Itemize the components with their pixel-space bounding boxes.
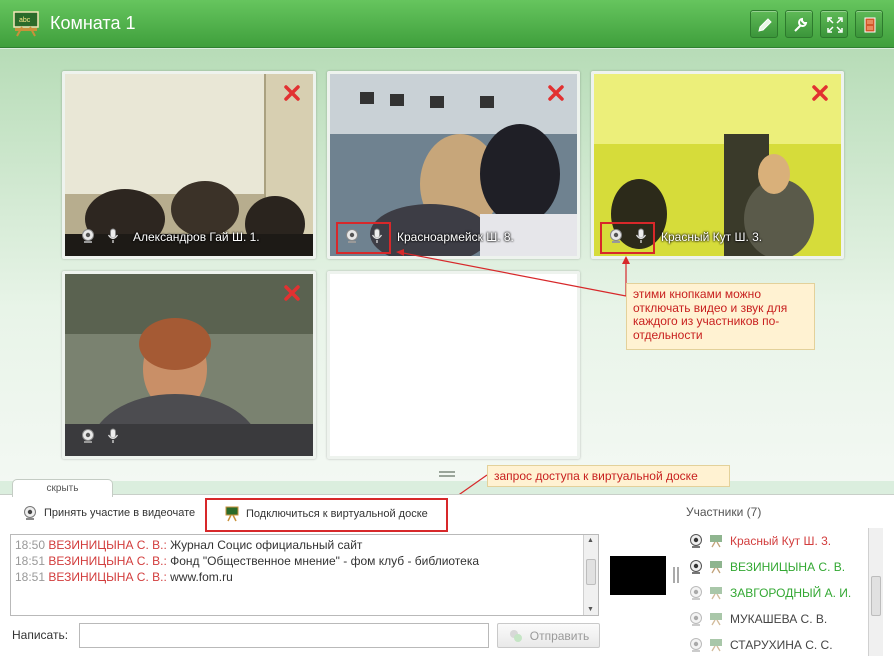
scroll-up-icon[interactable]: ▲ xyxy=(587,537,594,544)
panel-resize-handle[interactable] xyxy=(439,471,455,477)
participants-scroll-thumb[interactable] xyxy=(871,576,881,616)
participant-name: МУКАШЕВА С. В. xyxy=(730,612,828,626)
participant-item[interactable]: СТАРУХИНА С. С. xyxy=(688,635,833,655)
splitter-grip[interactable] xyxy=(673,567,679,583)
hide-panel-tab[interactable]: скрыть xyxy=(12,479,113,497)
whiteboard-icon xyxy=(710,613,722,626)
remove-participant-icon[interactable] xyxy=(811,84,829,102)
board-annotation: запрос доступа к виртуальной доске xyxy=(487,465,730,487)
send-button[interactable]: Отправить xyxy=(497,623,600,648)
whiteboard-icon xyxy=(710,535,722,548)
classroom-logo-icon: abc xyxy=(13,11,39,37)
webcam-icon xyxy=(690,612,702,626)
chat-scrollbar[interactable]: ▲ ▼ xyxy=(583,535,598,615)
join-videochat-button[interactable]: Принять участие в видеочате xyxy=(22,505,195,521)
send-icon xyxy=(509,629,522,642)
connect-board-label: Подключиться к виртуальной доске xyxy=(246,508,428,520)
settings-button[interactable] xyxy=(785,10,813,38)
connect-board-button[interactable]: Подключиться к виртуальной доске xyxy=(224,506,428,522)
participant-name: Красный Кут Ш. 3. xyxy=(661,230,763,244)
join-videochat-label: Принять участие в видеочате xyxy=(44,507,196,519)
participant-name: Александров Гай Ш. 1. xyxy=(133,230,260,244)
wrench-icon xyxy=(794,17,808,32)
whiteboard-icon xyxy=(710,561,722,574)
send-label: Отправить xyxy=(529,628,590,643)
microphone-toggle-icon[interactable] xyxy=(105,228,121,244)
exit-button[interactable] xyxy=(855,10,883,38)
scroll-down-icon[interactable]: ▼ xyxy=(587,606,594,613)
pencil-button[interactable] xyxy=(750,10,778,38)
participant-name: Красный Кут Ш. 3. xyxy=(730,534,832,548)
webcam-icon xyxy=(690,586,702,600)
whiteboard-icon xyxy=(225,506,239,522)
room-title: Комната 1 xyxy=(50,13,136,33)
self-video-preview xyxy=(610,556,666,595)
write-label: Написать: xyxy=(12,628,69,642)
svg-text:abc: abc xyxy=(19,17,31,24)
participants-list: Красный Кут Ш. 3. ВЕЗИНИЦЫНА С. В. ЗАВГО… xyxy=(688,528,868,656)
participant-name: СТАРУХИНА С. С. xyxy=(730,638,833,652)
chat-message: 18:51 ВЕЗИНИЦЫНА С. В.: Фонд "Общественн… xyxy=(15,554,480,568)
participant-name: ВЕЗИНИЦЫНА С. В. xyxy=(730,560,846,574)
controls-highlight xyxy=(600,222,655,254)
webcam-icon xyxy=(690,534,702,548)
empty-video-slot xyxy=(327,271,580,459)
participants-title: Участники (7) xyxy=(686,505,762,519)
remove-participant-icon[interactable] xyxy=(283,284,301,302)
participant-item[interactable]: МУКАШЕВА С. В. xyxy=(688,609,827,629)
participant-name: Красноармейск Ш. 8. xyxy=(397,230,514,244)
pencil-icon xyxy=(758,18,772,32)
participant-item[interactable]: ВЕЗИНИЦЫНА С. В. xyxy=(688,557,845,577)
message-input[interactable] xyxy=(79,623,489,648)
webcam-icon xyxy=(690,560,702,574)
door-icon xyxy=(864,17,876,33)
participant-item[interactable]: ЗАВГОРОДНЫЙ А. И. xyxy=(688,583,851,603)
whiteboard-icon xyxy=(710,639,722,652)
chat-log: 18:50 ВЕЗИНИЦЫНА С. В.: Журнал Социс офи… xyxy=(10,534,599,616)
webcam-icon xyxy=(24,506,36,520)
participant-item[interactable]: Красный Кут Ш. 3. xyxy=(688,531,831,551)
title-bar: abc Комната 1 xyxy=(0,0,894,48)
fullscreen-button[interactable] xyxy=(820,10,848,38)
expand-icon xyxy=(827,17,843,33)
whiteboard-icon xyxy=(710,587,722,600)
webcam-icon xyxy=(690,638,702,652)
controls-annotation: этими кнопками можно отключать видео и з… xyxy=(626,283,815,350)
chat-message: 18:50 ВЕЗИНИЦЫНА С. В.: Журнал Социс офи… xyxy=(15,538,363,552)
remove-participant-icon[interactable] xyxy=(283,84,301,102)
video-tile xyxy=(62,271,316,459)
video-feed xyxy=(65,74,313,256)
chat-scroll-thumb[interactable] xyxy=(586,559,596,585)
remove-participant-icon[interactable] xyxy=(547,84,565,102)
webcam-toggle-icon[interactable] xyxy=(80,228,96,244)
participant-name: ЗАВГОРОДНЫЙ А. И. xyxy=(730,586,852,600)
microphone-toggle-icon[interactable] xyxy=(105,428,121,444)
participants-scrollbar[interactable] xyxy=(868,528,883,656)
video-feed xyxy=(65,274,313,456)
webcam-toggle-icon[interactable] xyxy=(80,428,96,444)
video-tile: Александров Гай Ш. 1. xyxy=(62,71,316,259)
chat-message: 18:51 ВЕЗИНИЦЫНА С. В.: www.fom.ru xyxy=(15,570,233,584)
controls-highlight xyxy=(336,222,391,254)
